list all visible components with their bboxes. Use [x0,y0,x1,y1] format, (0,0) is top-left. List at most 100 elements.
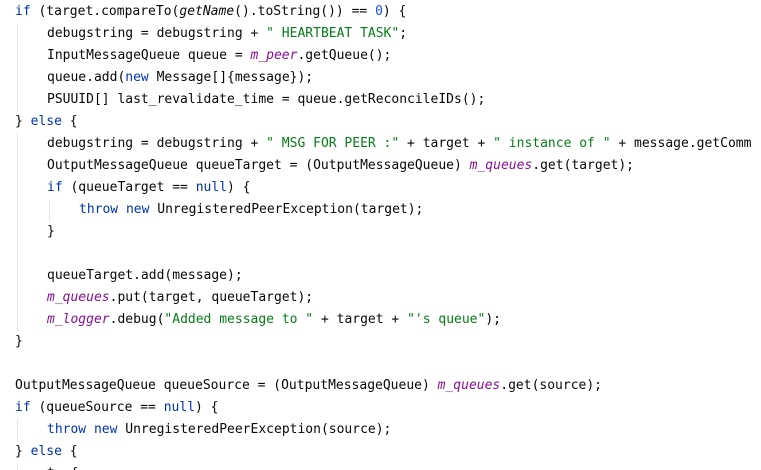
code-line[interactable]: if (target.compareTo(getName().toString(… [0,1,751,23]
code-token: "'s queue" [407,312,486,327]
indent-guide [17,309,18,331]
code-token: "Added message to " [164,312,314,327]
code-token: new [93,422,118,437]
indent-guide [17,67,18,89]
indent-guide [17,463,18,470]
code-token: } [15,334,23,349]
code-token: Message[]{message}); [148,70,314,85]
code-token: m_queues [437,378,501,393]
indent-guide [17,243,18,265]
indent-guide [17,265,18,287]
code-token: queue.add( [47,70,126,85]
code-token: null [163,400,196,415]
code-token: debugstring = debugstring + [47,136,267,151]
code-line[interactable]: OutputMessageQueue queueSource = (Output… [0,375,751,397]
code-token: + target + [399,136,494,151]
code-token: 0 [375,4,383,19]
code-line[interactable]: m_queues.put(target, queueTarget); [0,287,751,309]
code-token: ) { [195,400,219,415]
code-token: .get(target); [532,158,635,173]
code-line[interactable]: debugstring = debugstring + " HEARTBEAT … [0,23,751,45]
code-token: (queueSource == [30,400,164,415]
code-token: ().toString()) == [234,4,376,19]
code-token: queueTarget.add(message); [47,268,243,283]
code-token: m_peer [250,48,298,63]
indent-guide [17,45,18,67]
code-token: else [30,444,62,459]
indent-guide [17,177,18,199]
code-line[interactable]: throw new UnregisteredPeerException(sour… [0,419,751,441]
code-line[interactable]: } else { [0,111,751,133]
indent-guide [17,133,18,155]
code-token: if [47,180,63,195]
code-token: (target.compareTo( [30,4,180,19]
code-token: new [125,70,149,85]
code-line[interactable]: } else { [0,441,751,463]
code-token: new [125,202,150,217]
code-token: m_queues [469,158,533,173]
code-line[interactable]: if (queueTarget == null) { [0,177,751,199]
code-line[interactable]: m_logger.debug("Added message to " + tar… [0,309,751,331]
code-token: OutputMessageQueue queueTarget = (Output… [47,158,470,173]
code-token: } [15,114,31,129]
code-line[interactable]: queueTarget.add(message); [0,265,751,287]
code-editor[interactable]: if (target.compareTo(getName().toString(… [0,0,761,470]
code-token: null [195,180,228,195]
code-line[interactable]: InputMessageQueue queue = m_peer.getQueu… [0,45,751,67]
code-token: ; [399,26,408,41]
code-token: if [15,4,31,19]
indent-guide [17,287,18,309]
code-line[interactable]: if (queueSource == null) { [0,397,751,419]
code-token: UnregisteredPeerException(source); [117,422,392,437]
code-token: .debug( [109,312,165,327]
code-token: debugstring = debugstring + [47,26,267,41]
code-line[interactable]: queue.add(new Message[]{message}); [0,67,751,89]
code-token: getName [179,4,235,19]
code-token: ) { [227,180,251,195]
code-token: + target + [313,312,408,327]
code-line[interactable]: debugstring = debugstring + " MSG FOR PE… [0,133,751,155]
code-token: " MSG FOR PEER :" [266,136,400,151]
code-token: .getQueue(); [297,48,392,63]
code-token: { [61,444,78,459]
code-token: } [47,224,55,239]
code-line[interactable]: PSUUID[] last_revalidate_time = queue.ge… [0,89,751,111]
indent-guide [17,23,18,45]
code-line[interactable]: t { [0,463,751,470]
indent-guide [17,199,18,221]
code-token: throw [79,202,119,217]
code-area[interactable]: if (target.compareTo(getName().toString(… [0,1,751,470]
code-token: else [30,114,62,129]
indent-guide [17,221,18,243]
code-token: PSUUID[] last_revalidate_time = queue.ge… [47,92,486,107]
code-token: .get(source); [500,378,603,393]
indent-guide [17,89,18,111]
code-line[interactable]: OutputMessageQueue queueTarget = (Output… [0,155,751,177]
code-token: InputMessageQueue queue = [47,48,251,63]
code-token: ); [485,312,501,327]
indent-guide [17,419,18,441]
code-token: + message.getComm [610,136,752,151]
code-token: " instance of " [493,136,611,151]
code-token: t { [47,466,78,470]
code-token: (queueTarget == [62,180,196,195]
code-token: throw [47,422,87,437]
code-line[interactable]: } [0,331,751,353]
code-token: UnregisteredPeerException(target); [149,202,424,217]
indent-guide [49,199,50,221]
code-token: } [15,444,31,459]
code-token: " HEARTBEAT TASK" [266,26,400,41]
code-token: { [61,114,78,129]
code-token: .put(target, queueTarget); [109,290,314,305]
code-token: m_queues [47,290,110,305]
code-token: ) { [382,4,407,19]
code-line[interactable]: throw new UnregisteredPeerException(targ… [0,199,751,221]
code-line[interactable] [0,243,751,265]
code-line[interactable]: } [0,221,751,243]
code-token: OutputMessageQueue queueSource = (Output… [15,378,438,393]
code-token: m_logger [47,312,110,327]
code-line[interactable] [0,353,751,375]
indent-guide [17,155,18,177]
